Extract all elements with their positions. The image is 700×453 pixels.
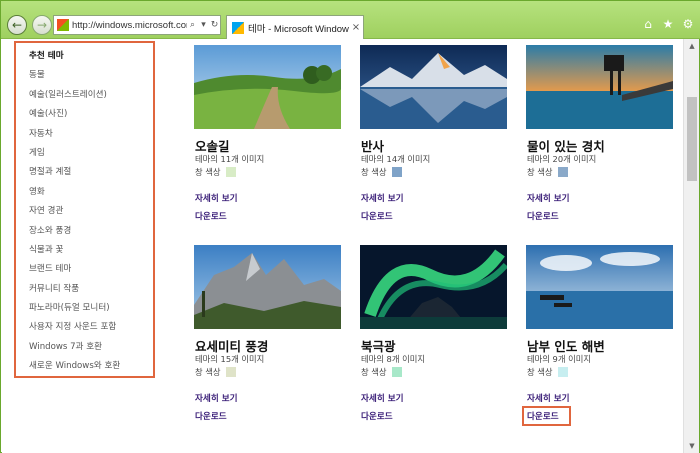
theme-window-color: 창 색상 <box>527 166 568 178</box>
sidebar-item-holidays-seasons[interactable]: 명절과 계절 <box>29 163 153 182</box>
sidebar-item-windows7-compatible[interactable]: Windows 7과 호환 <box>29 338 153 357</box>
color-swatch <box>557 367 568 377</box>
theme-image-count: 테마의 15개 이미지 <box>195 354 265 364</box>
favorites-star-icon[interactable]: ★ <box>661 17 675 31</box>
scroll-up-arrow-icon[interactable]: ▲ <box>684 39 700 53</box>
address-bar[interactable]: http://windows.microsoft.com/ko-k ⌕ ▾ ↻ <box>53 15 221 35</box>
theme-thumbnail-meadow-path[interactable] <box>194 45 341 129</box>
tab-themes[interactable]: 테마 - Microsoft Windows × <box>226 15 364 39</box>
sidebar-item-places-landscapes[interactable]: 장소와 풍경 <box>29 222 153 241</box>
sidebar-item-art-photo[interactable]: 예술(사진) <box>29 105 153 124</box>
download-link[interactable]: 다운로드 <box>361 210 393 222</box>
home-icon[interactable]: ⌂ <box>641 17 655 31</box>
browser-window: ← → http://windows.microsoft.com/ko-k ⌕ … <box>0 0 700 453</box>
refresh-icon[interactable]: ↻ <box>209 20 220 30</box>
sidebar-item-movies[interactable]: 영화 <box>29 183 153 202</box>
sidebar-item-plants-flowers[interactable]: 식물과 꽃 <box>29 241 153 260</box>
details-link[interactable]: 자세히 보기 <box>361 392 404 404</box>
download-link[interactable]: 다운로드 <box>195 210 227 222</box>
details-link[interactable]: 자세히 보기 <box>195 192 238 204</box>
details-link[interactable]: 자세히 보기 <box>195 392 238 404</box>
page-content: 추천 테마 동물 예술(일러스트레이션) 예술(사진) 자동차 게임 명절과 계… <box>2 39 684 453</box>
theme-thumbnail-mountain-lake[interactable] <box>360 45 507 129</box>
address-input[interactable]: http://windows.microsoft.com/ko-k <box>72 20 187 31</box>
sidebar-item-brand-themes[interactable]: 브랜드 테마 <box>29 260 153 279</box>
sidebar-item-cars[interactable]: 자동차 <box>29 125 153 144</box>
theme-window-color: 창 색상 <box>527 366 568 378</box>
download-link[interactable]: 다운로드 <box>527 210 559 222</box>
sidebar-item-community[interactable]: 커뮤니티 작품 <box>29 280 153 299</box>
back-arrow-icon: ← <box>11 18 23 32</box>
theme-window-color: 창 색상 <box>195 166 236 178</box>
theme-image-count: 테마의 11개 이미지 <box>195 154 265 164</box>
vertical-scrollbar[interactable]: ▲ ▼ <box>683 39 699 453</box>
download-link[interactable]: 다운로드 <box>361 410 393 422</box>
download-link[interactable]: 다운로드 <box>195 410 227 422</box>
theme-window-color: 창 색상 <box>361 366 402 378</box>
theme-thumbnail-granite-peaks[interactable] <box>194 245 341 329</box>
address-dropdown-icon[interactable]: ▾ <box>198 20 209 30</box>
color-swatch <box>391 167 402 177</box>
tools-gear-icon[interactable]: ⚙ <box>681 17 695 31</box>
details-link[interactable]: 자세히 보기 <box>361 192 404 204</box>
scroll-down-arrow-icon[interactable]: ▼ <box>684 439 700 453</box>
sidebar-item-natural-wonders[interactable]: 자연 경관 <box>29 202 153 221</box>
theme-thumbnail-beach-boats[interactable] <box>526 245 673 329</box>
sidebar-item-featured[interactable]: 추천 테마 <box>29 47 153 66</box>
browser-chrome: ← → http://windows.microsoft.com/ko-k ⌕ … <box>1 1 700 39</box>
sidebar-item-new-windows-compatible[interactable]: 새로운 Windows와 호환 <box>29 357 153 376</box>
search-icon[interactable]: ⌕ <box>187 20 198 30</box>
theme-category-sidebar: 추천 테마 동물 예술(일러스트레이션) 예술(사진) 자동차 게임 명절과 계… <box>14 41 155 378</box>
download-link-highlighted[interactable]: 다운로드 <box>522 406 571 426</box>
site-favicon-icon <box>57 19 69 31</box>
sidebar-item-panoramic[interactable]: 파노라마(듀얼 모니터) <box>29 299 153 318</box>
theme-image-count: 테마의 20개 이미지 <box>527 154 597 164</box>
details-link[interactable]: 자세히 보기 <box>527 392 570 404</box>
sidebar-item-custom-sounds[interactable]: 사용자 지정 사운드 포함 <box>29 318 153 337</box>
tab-title: 테마 - Microsoft Windows <box>248 23 349 35</box>
color-swatch <box>225 167 236 177</box>
scrollbar-thumb[interactable] <box>687 97 697 181</box>
theme-thumbnail-aurora[interactable] <box>360 245 507 329</box>
sidebar-item-art-illustration[interactable]: 예술(일러스트레이션) <box>29 86 153 105</box>
sidebar-item-games[interactable]: 게임 <box>29 144 153 163</box>
theme-image-count: 테마의 9개 이미지 <box>527 354 591 364</box>
theme-thumbnail-pier-sunset[interactable] <box>526 45 673 129</box>
browser-toolbar-icons: ⌂ ★ ⚙ <box>641 17 695 31</box>
color-swatch <box>557 167 568 177</box>
theme-image-count: 테마의 14개 이미지 <box>361 154 431 164</box>
forward-arrow-icon: → <box>36 18 48 32</box>
tab-close-icon[interactable]: × <box>349 22 363 33</box>
theme-image-count: 테마의 8개 이미지 <box>361 354 425 364</box>
back-button[interactable]: ← <box>7 15 27 35</box>
theme-window-color: 창 색상 <box>195 366 236 378</box>
forward-button[interactable]: → <box>32 15 52 35</box>
color-swatch <box>225 367 236 377</box>
color-swatch <box>391 367 402 377</box>
theme-window-color: 창 색상 <box>361 166 402 178</box>
tab-favicon-icon <box>232 21 244 34</box>
sidebar-item-animals[interactable]: 동물 <box>29 66 153 85</box>
details-link[interactable]: 자세히 보기 <box>527 192 570 204</box>
